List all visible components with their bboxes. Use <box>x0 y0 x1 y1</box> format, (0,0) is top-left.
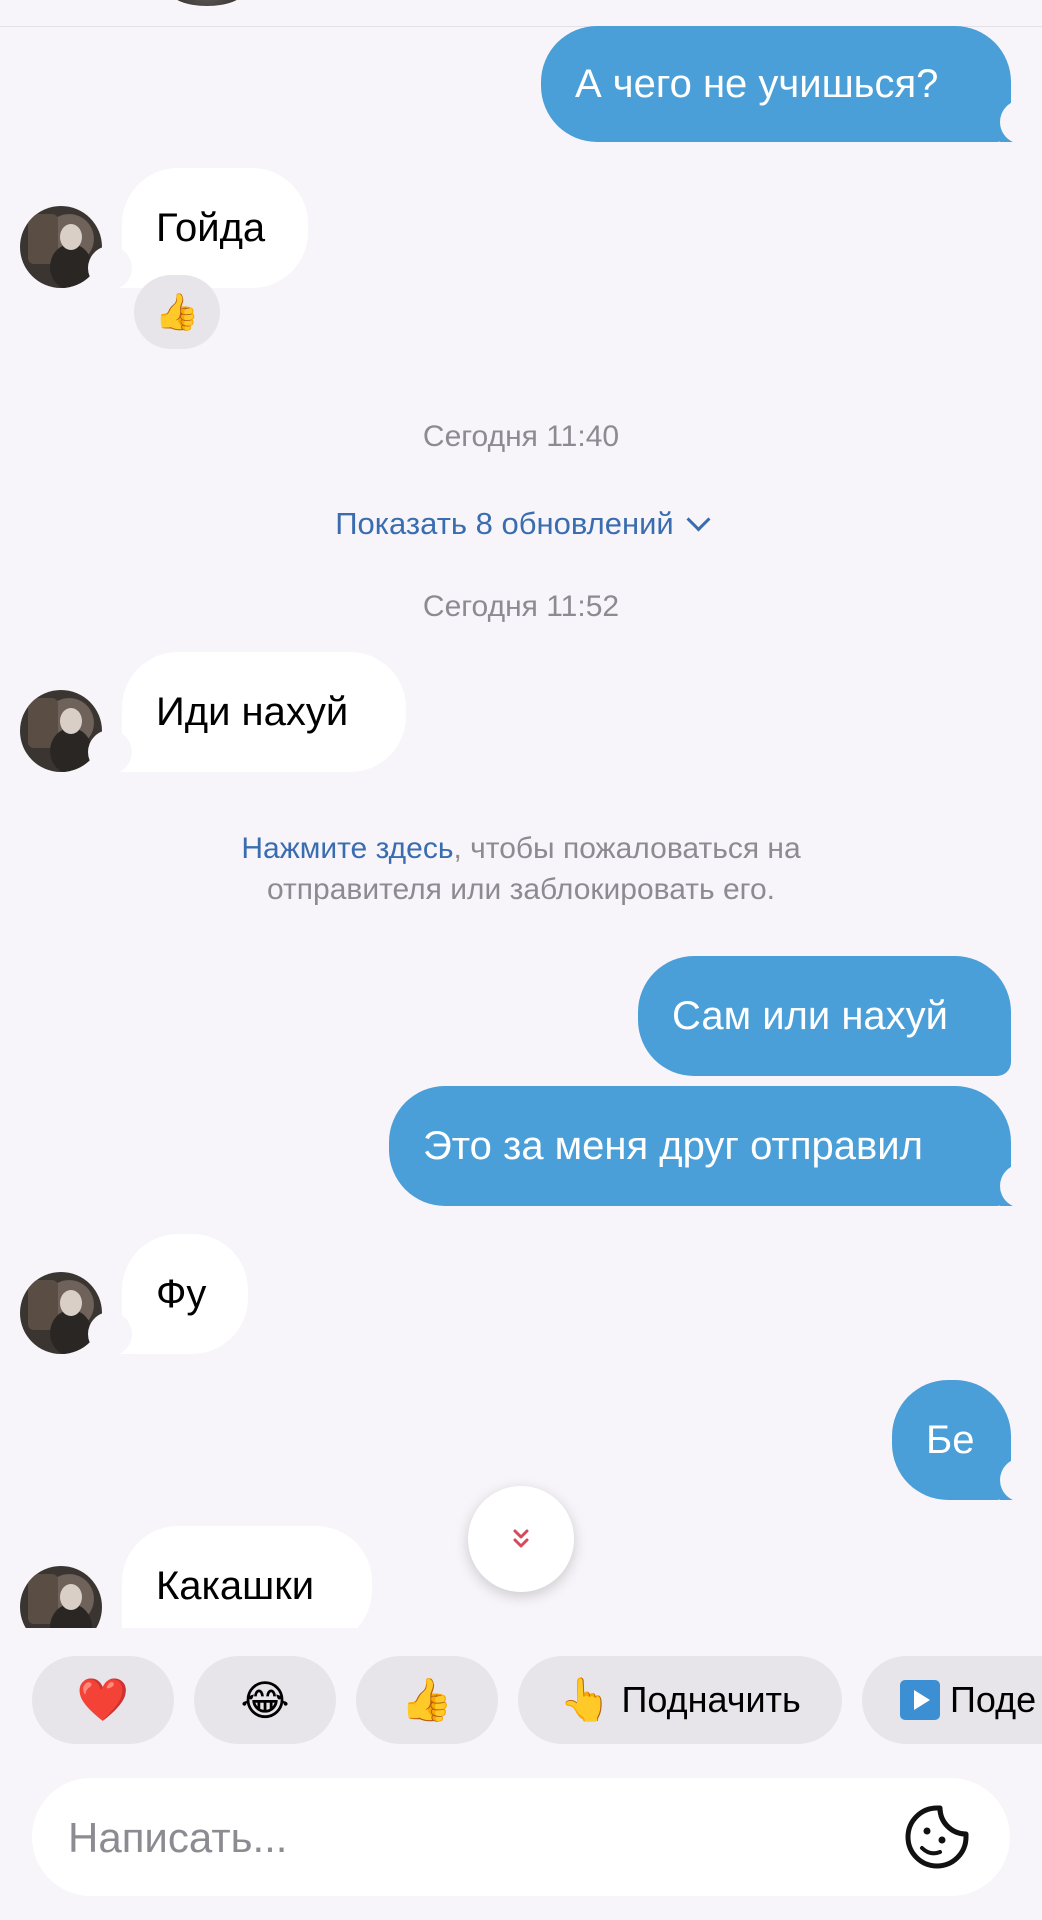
poke-button[interactable]: 👆 Подначить <box>518 1656 842 1744</box>
pointing-hand-icon: 👆 <box>559 1675 612 1723</box>
message-bubble-outgoing[interactable]: А чего не учишься? <box>541 26 1011 142</box>
date-separator: Сегодня 11:40 <box>422 420 620 453</box>
show-updates-label[interactable]: Показать 8 обновлений <box>335 506 673 541</box>
message-bubble-incoming[interactable]: Иди нахуй <box>122 652 406 772</box>
avatar[interactable] <box>20 1566 102 1628</box>
quick-reaction-heart[interactable]: ❤️ <box>32 1656 174 1744</box>
message-bubble-outgoing[interactable]: Это за меня друг отправил <box>389 1086 1011 1206</box>
laughing-face-icon: 😂 <box>240 1676 290 1724</box>
message-bubble-outgoing[interactable]: Бе <box>892 1380 1011 1500</box>
thumbs-up-icon: 👍 <box>400 1675 454 1723</box>
show-updates-button[interactable]: Показать 8 обновлений <box>0 506 1042 542</box>
double-chevron-down-icon <box>513 1529 529 1548</box>
quick-reaction-laugh[interactable]: 😂 <box>194 1656 336 1744</box>
message-bubble-incoming[interactable]: Фу <box>122 1234 248 1354</box>
date-separator: Сегодня 11:52 <box>422 590 620 623</box>
message-input[interactable] <box>66 1778 890 1898</box>
bubble-tail <box>88 1312 132 1356</box>
video-play-icon <box>900 1680 940 1720</box>
bubble-tail <box>1000 100 1042 144</box>
report-notice: Нажмите здесь, чтобы пожаловаться на отп… <box>0 828 1042 910</box>
bubble-tail <box>1000 1458 1042 1502</box>
bubble-tail <box>88 246 132 290</box>
sticker-icon[interactable] <box>904 1804 970 1870</box>
message-composer[interactable] <box>32 1778 1010 1898</box>
quick-reactions-bar[interactable]: ❤️ 😂 👍 👆 Подначить Поде <box>0 1656 1042 1744</box>
chat-area[interactable]: А чего не учишься? Гойда 👍 Сегодня 11:40… <box>0 0 1042 1628</box>
heart-icon: ❤️ <box>76 1675 130 1723</box>
header-divider <box>0 0 1042 27</box>
chevron-down-icon <box>686 507 711 532</box>
message-bubble-incoming[interactable]: Гойда <box>122 168 308 288</box>
bubble-tail <box>88 730 132 774</box>
share-video-button[interactable]: Поде <box>862 1656 1042 1744</box>
scroll-to-bottom-button[interactable] <box>468 1486 574 1592</box>
message-bubble-incoming[interactable]: Какашки <box>122 1526 372 1628</box>
bubble-tail <box>1000 1164 1042 1208</box>
poke-label: Подначить <box>621 1679 801 1720</box>
message-reaction[interactable]: 👍 <box>134 275 220 349</box>
report-link[interactable]: Нажмите здесь <box>241 832 453 865</box>
message-bubble-outgoing[interactable]: Сам или нахуй <box>638 956 1011 1076</box>
report-text: отправителя или заблокировать его. <box>267 873 775 906</box>
share-label: Поде <box>950 1679 1037 1720</box>
report-text: , чтобы пожаловаться на <box>453 832 801 865</box>
quick-reaction-thumbs-up[interactable]: 👍 <box>356 1656 498 1744</box>
